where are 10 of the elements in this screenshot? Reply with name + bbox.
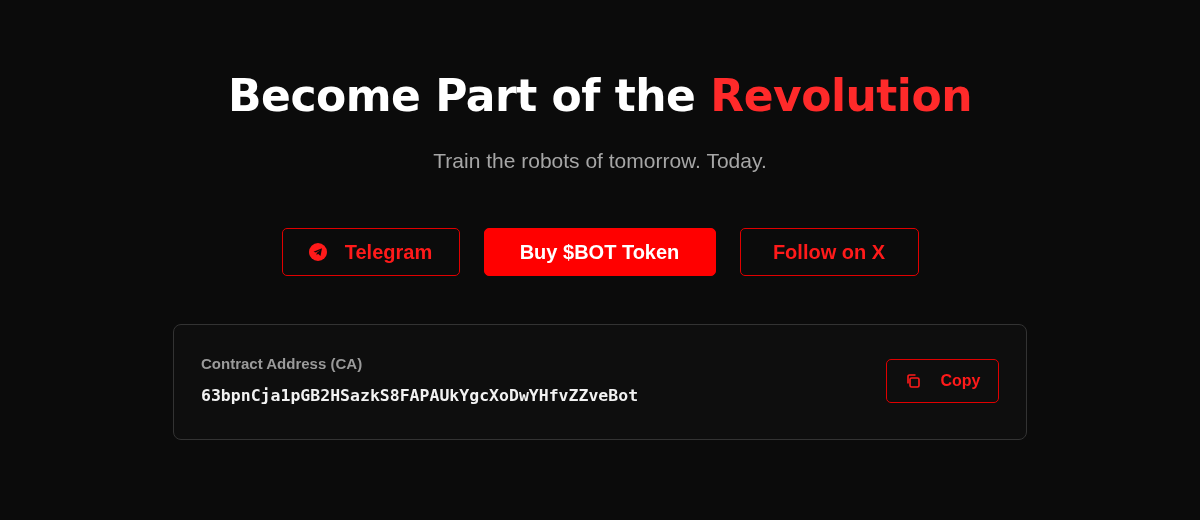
contract-address: 63bpnCja1pGB2HSazkS8FAPAUkYgcXoDwYHfvZZveBot [201,384,639,407]
copy-button[interactable]: Copy [886,358,999,403]
subtitle: Train the robots of tomorrow. Today. [433,147,767,174]
contract-label: Contract Address (CA) [201,354,364,375]
link-button[interactable]: Telegram [281,228,460,277]
buy-button[interactable]: Buy $BOT Token [483,228,716,277]
heading: Become Part of the Revolution [228,70,972,123]
copy-icon [904,372,921,389]
link-button[interactable]: Follow on X [739,228,919,277]
send-icon [308,243,327,262]
